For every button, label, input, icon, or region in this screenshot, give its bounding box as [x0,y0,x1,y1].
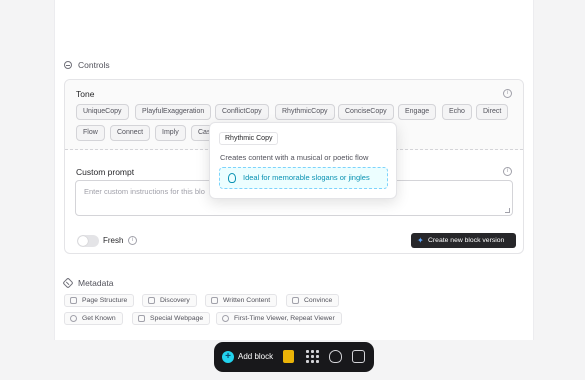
tone-chip-direct[interactable]: Direct [476,104,509,120]
metadata-tag-discovery[interactable]: Discovery [142,294,197,307]
metadata-tag-label: Written Content [223,297,271,304]
tag-icon [62,277,74,289]
crosshair-icon [222,315,229,322]
metadata-tag-label: Special Webpage [150,315,204,322]
fresh-info-icon[interactable]: i [128,236,137,245]
chip-icon[interactable] [352,350,365,363]
metadata-heading: Metadata [78,278,114,288]
tone-tooltip: Rhythmic Copy Creates content with a mus… [209,122,397,199]
metadata-tag-page-structure[interactable]: Page Structure [64,294,135,307]
lightbulb-icon [228,173,236,183]
tone-label: Tone [76,89,95,99]
metadata-tag-special-webpage[interactable]: Special Webpage [132,312,211,325]
add-block-label: Add block [238,352,274,361]
metadata-tag-label: Page Structure [82,297,128,304]
tone-chip-connect[interactable]: Connect [110,125,151,141]
tone-chip-uniquecopy[interactable]: UniqueCopy [76,104,129,120]
controls-section-header: Controls [64,60,110,70]
tone-chip-conflictcopy[interactable]: ConflictCopy [215,104,269,120]
controls-heading: Controls [78,60,110,70]
bottom-dock: + Add block [214,342,374,372]
metadata-tag-label: Get Known [82,315,116,322]
metadata-tag-viewer[interactable]: First-Time Viewer, Repeat Viewer [216,312,342,325]
tone-chip-concisecopy[interactable]: ConciseCopy [338,104,394,120]
metadata-tag-convince[interactable]: Convince [286,294,340,307]
metadata-tag-label: Discovery [160,297,190,304]
custom-prompt-label: Custom prompt [76,167,135,177]
metadata-tag-written-content[interactable]: Written Content [205,294,278,307]
layout-icon [70,297,77,304]
create-block-version-button[interactable]: ✦ Create new block version [411,233,516,248]
metadata-section-header: Metadata [62,277,114,289]
resize-handle-icon[interactable] [505,208,510,213]
metadata-tag-get-known[interactable]: Get Known [64,312,123,325]
custom-prompt-placeholder: Enter custom instructions for this blo [84,187,205,196]
target-icon [70,315,77,322]
tooltip-description: Creates content with a musical or poetic… [220,153,369,162]
pencil-icon [292,297,299,304]
plus-icon: + [222,351,234,363]
tone-chip-engage[interactable]: Engage [398,104,437,120]
image-icon [138,315,145,322]
tone-chip-rhythmiccopy[interactable]: RhythmicCopy [275,104,335,120]
tone-chip-imply[interactable]: Imply [155,125,186,141]
document-icon [211,297,218,304]
fresh-label: Fresh [103,236,124,245]
sparkle-icon: ✦ [417,236,424,245]
create-block-version-label: Create new block version [428,237,505,244]
tone-chip-echo[interactable]: Echo [442,104,472,120]
collapse-icon[interactable] [64,61,72,69]
filter-icon [148,297,155,304]
tooltip-tip-text: Ideal for memorable slogans or jingles [243,173,370,182]
metadata-tag-label: Convince [304,297,333,304]
grid-icon[interactable] [306,350,319,363]
fresh-toggle[interactable] [77,235,99,247]
tone-info-icon[interactable]: i [503,89,512,98]
note-icon[interactable] [283,350,294,363]
tone-chip-flow[interactable]: Flow [76,125,105,141]
custom-prompt-info-icon[interactable]: i [503,167,512,176]
tone-chip-playfulexaggeration[interactable]: PlayfulExaggeration [135,104,212,120]
brain-icon[interactable] [329,350,342,363]
tooltip-title: Rhythmic Copy [219,132,279,145]
metadata-tag-label: First-Time Viewer, Repeat Viewer [234,315,335,322]
tooltip-tip: Ideal for memorable slogans or jingles [219,167,388,189]
